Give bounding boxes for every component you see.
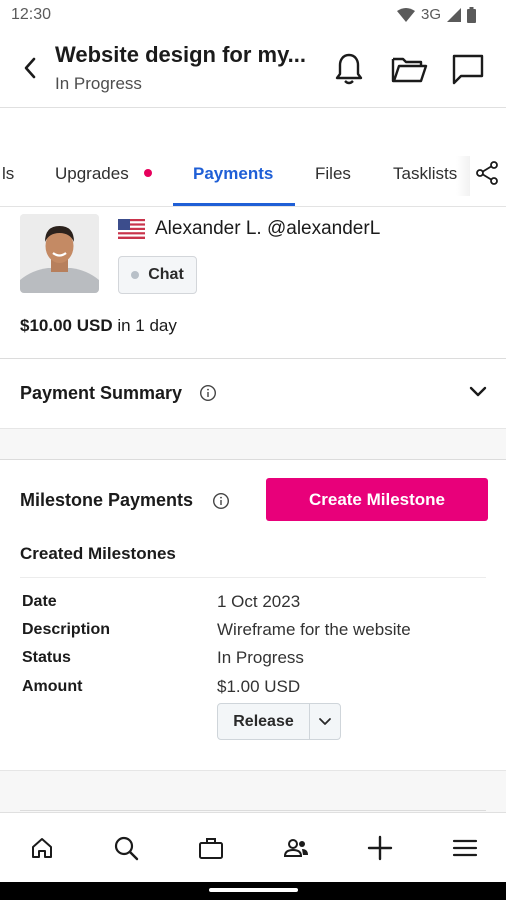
active-tab-indicator: [173, 203, 295, 206]
menu-icon: [452, 839, 478, 857]
nav-people[interactable]: [279, 833, 313, 863]
tab-payments[interactable]: Payments: [193, 164, 273, 184]
folder-icon: [391, 57, 428, 83]
files-button[interactable]: [388, 48, 430, 90]
nav-menu[interactable]: [448, 833, 482, 863]
tab-upgrades[interactable]: Upgrades: [55, 164, 129, 184]
nav-home[interactable]: [25, 833, 59, 863]
tab-bar: ls Upgrades Payments Files Tasklists: [0, 144, 506, 207]
milestone-amount-label: Amount: [22, 678, 83, 695]
milestone-description-value: Wireframe for the website: [217, 620, 411, 639]
milestone-payments-title: Milestone Payments: [20, 490, 194, 510]
tab-details[interactable]: ls: [2, 164, 14, 184]
avatar: [20, 214, 99, 293]
wifi-icon: [396, 7, 415, 22]
section-gap: [0, 771, 506, 812]
battery-icon: [467, 6, 476, 23]
share-button[interactable]: [474, 160, 502, 188]
chevron-down-icon: [319, 717, 331, 725]
status-time: 12:30: [11, 6, 52, 23]
divider: [20, 577, 486, 578]
milestone-date-label: Date: [22, 593, 57, 610]
tab-scroll-fade: [456, 156, 470, 196]
milestone-date-value: 1 Oct 2023: [217, 592, 301, 611]
release-options-button[interactable]: [310, 704, 340, 739]
nav-projects[interactable]: [194, 833, 228, 863]
info-icon[interactable]: [212, 492, 230, 510]
us-flag-icon: [118, 219, 145, 239]
home-icon: [32, 838, 52, 858]
milestone-status-value: In Progress: [217, 648, 304, 667]
briefcase-icon: [199, 838, 223, 859]
milestone-status-label: Status: [22, 649, 71, 666]
back-icon: [24, 57, 36, 79]
page-title: Website design for my...: [55, 42, 307, 67]
freelancer-name[interactable]: Alexander L. @alexanderL: [155, 218, 380, 240]
chat-label: Chat: [148, 266, 184, 283]
page-subtitle: In Progress: [55, 74, 142, 93]
payment-summary-header[interactable]: Payment Summary: [0, 359, 506, 429]
bell-icon: [335, 53, 363, 85]
share-icon: [476, 161, 498, 185]
plus-icon: [367, 835, 393, 861]
home-gesture-handle[interactable]: [209, 888, 298, 892]
section-gap: [0, 429, 506, 459]
network-type: 3G: [420, 6, 441, 23]
nav-search[interactable]: [109, 833, 143, 863]
app-bar: Website design for my... In Progress: [0, 30, 506, 108]
search-icon: [114, 836, 139, 861]
milestone-description-label: Description: [22, 621, 111, 638]
notifications-button[interactable]: [328, 48, 370, 90]
nav-create[interactable]: [363, 833, 397, 863]
back-button[interactable]: [14, 52, 46, 84]
people-icon: [283, 839, 308, 857]
payment-summary-title: Payment Summary: [20, 383, 183, 403]
chat-bubble-icon: [452, 54, 484, 85]
info-icon[interactable]: [199, 384, 217, 402]
status-bar: 12:30 3G: [0, 0, 506, 30]
milestone-amount-value: $1.00 USD: [217, 677, 301, 696]
chevron-down-icon[interactable]: [468, 385, 488, 399]
create-milestone-button[interactable]: Create Milestone: [266, 478, 488, 521]
bid-price: $10.00 USD in 1 day: [20, 316, 177, 336]
release-button[interactable]: Release: [218, 704, 310, 739]
tab-tasklists[interactable]: Tasklists: [393, 164, 457, 184]
bottom-navigation: [0, 812, 506, 882]
price-duration: in 1 day: [112, 316, 177, 335]
created-milestones-title: Created Milestones: [20, 544, 176, 563]
chat-button[interactable]: Chat: [118, 256, 197, 294]
status-icons: 3G: [396, 6, 476, 23]
online-status-dot: [131, 271, 140, 279]
signal-icon: [447, 7, 461, 22]
tab-files[interactable]: Files: [315, 164, 351, 184]
release-split-button: Release: [217, 703, 341, 740]
messages-button[interactable]: [447, 48, 489, 90]
price-amount: $10.00 USD: [20, 316, 113, 335]
upgrades-notification-dot: [144, 169, 152, 177]
divider: [0, 459, 506, 460]
